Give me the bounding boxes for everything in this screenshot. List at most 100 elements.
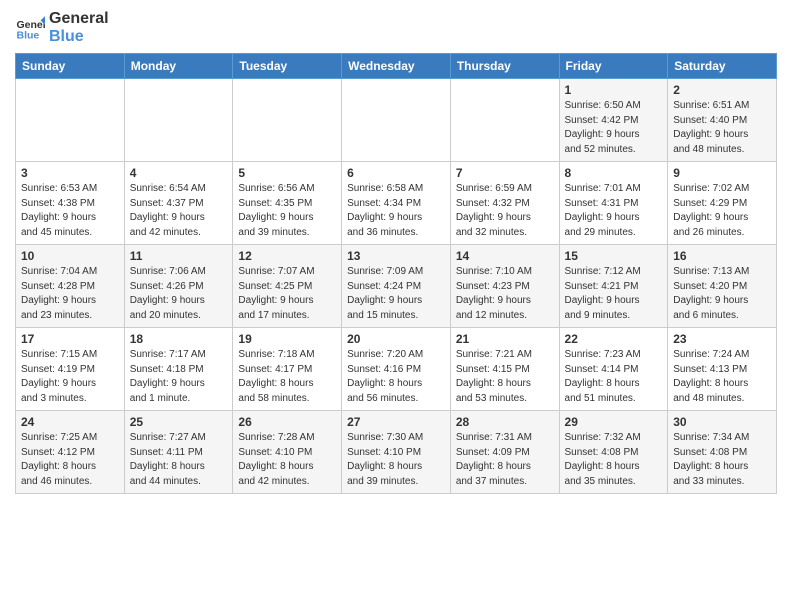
day-number: 19 [238, 332, 336, 346]
day-info: Sunrise: 7:02 AM Sunset: 4:29 PM Dayligh… [673, 182, 771, 240]
header: General Blue General Blue [15, 10, 777, 45]
day-info: Sunrise: 7:12 AM Sunset: 4:21 PM Dayligh… [565, 265, 663, 323]
calendar-cell: 19Sunrise: 7:18 AM Sunset: 4:17 PM Dayli… [233, 328, 342, 411]
day-info: Sunrise: 7:32 AM Sunset: 4:08 PM Dayligh… [565, 431, 663, 489]
day-info: Sunrise: 7:07 AM Sunset: 4:25 PM Dayligh… [238, 265, 336, 323]
calendar-cell: 11 Sunrise: 7:06 AM Sunset: 4:26 PM Dayli… [124, 245, 233, 328]
day-number: 5 [238, 166, 336, 180]
day-number: 17 [21, 332, 119, 346]
day-number: 28 [456, 415, 554, 429]
day-info: Sunrise: 7:34 AM Sunset: 4:08 PM Dayligh… [673, 431, 771, 489]
day-info: Sunrise: 7:24 AM Sunset: 4:13 PM Dayligh… [673, 348, 771, 406]
calendar-cell: 22 Sunrise: 7:23 AM Sunset: 4:14 PM Dayli… [559, 328, 668, 411]
calendar-cell: 7 Sunrise: 6:59 AM Sunset: 4:32 PM Daylig… [450, 162, 559, 245]
calendar-cell: 21 Sunrise: 7:21 AM Sunset: 4:15 PM Dayli… [450, 328, 559, 411]
weekday-header-monday: Monday [124, 54, 233, 79]
day-number: 22 [565, 332, 663, 346]
day-info: Sunrise: 6:56 AM Sunset: 4:35 PM Dayligh… [238, 182, 336, 240]
calendar-cell: 17 Sunrise: 7:15 AM Sunset: 4:19 PM Dayli… [16, 328, 125, 411]
day-number: 20 [347, 332, 445, 346]
day-info: Sunrise: 6:53 AM Sunset: 4:38 PM Dayligh… [21, 182, 119, 240]
day-info: Sunrise: 7:01 AM Sunset: 4:31 PM Dayligh… [565, 182, 663, 240]
day-number: 9 [673, 166, 771, 180]
week-row-4: 17 Sunrise: 7:15 AM Sunset: 4:19 PM Dayli… [16, 328, 777, 411]
calendar-cell: 27 Sunrise: 7:30 AM Sunset: 4:10 PM Dayli… [342, 411, 451, 494]
week-row-3: 10Sunrise: 7:04 AM Sunset: 4:28 PM Dayli… [16, 245, 777, 328]
calendar-cell: 28 Sunrise: 7:31 AM Sunset: 4:09 PM Dayli… [450, 411, 559, 494]
day-number: 13 [347, 249, 445, 263]
day-number: 6 [347, 166, 445, 180]
day-info: Sunrise: 7:25 AM Sunset: 4:12 PM Dayligh… [21, 431, 119, 489]
day-info: Sunrise: 7:06 AM Sunset: 4:26 PM Dayligh… [130, 265, 228, 323]
weekday-header-wednesday: Wednesday [342, 54, 451, 79]
calendar-cell [124, 79, 233, 162]
day-number: 25 [130, 415, 228, 429]
day-info: Sunrise: 7:28 AM Sunset: 4:10 PM Dayligh… [238, 431, 336, 489]
week-row-1: 1 Sunrise: 6:50 AM Sunset: 4:42 PM Daylig… [16, 79, 777, 162]
calendar-cell: 14 Sunrise: 7:10 AM Sunset: 4:23 PM Dayli… [450, 245, 559, 328]
day-number: 4 [130, 166, 228, 180]
weekday-header-saturday: Saturday [668, 54, 777, 79]
calendar-cell: 12 Sunrise: 7:07 AM Sunset: 4:25 PM Dayli… [233, 245, 342, 328]
day-number: 12 [238, 249, 336, 263]
day-number: 7 [456, 166, 554, 180]
calendar-cell [16, 79, 125, 162]
logo: General Blue General Blue [15, 10, 109, 45]
calendar-cell: 26 Sunrise: 7:28 AM Sunset: 4:10 PM Dayli… [233, 411, 342, 494]
day-number: 27 [347, 415, 445, 429]
calendar-cell: 24 Sunrise: 7:25 AM Sunset: 4:12 PM Dayli… [16, 411, 125, 494]
calendar-cell [450, 79, 559, 162]
calendar-cell: 13Sunrise: 7:09 AM Sunset: 4:24 PM Dayli… [342, 245, 451, 328]
calendar-cell [233, 79, 342, 162]
day-number: 2 [673, 83, 771, 97]
day-info: Sunrise: 6:51 AM Sunset: 4:40 PM Dayligh… [673, 99, 771, 157]
calendar-cell: 10Sunrise: 7:04 AM Sunset: 4:28 PM Dayli… [16, 245, 125, 328]
weekday-header-row: SundayMondayTuesdayWednesdayThursdayFrid… [16, 54, 777, 79]
calendar-cell: 5 Sunrise: 6:56 AM Sunset: 4:35 PM Daylig… [233, 162, 342, 245]
weekday-header-tuesday: Tuesday [233, 54, 342, 79]
week-row-2: 3Sunrise: 6:53 AM Sunset: 4:38 PM Daylig… [16, 162, 777, 245]
day-info: Sunrise: 7:23 AM Sunset: 4:14 PM Dayligh… [565, 348, 663, 406]
calendar-cell: 8Sunrise: 7:01 AM Sunset: 4:31 PM Daylig… [559, 162, 668, 245]
calendar-cell: 2 Sunrise: 6:51 AM Sunset: 4:40 PM Daylig… [668, 79, 777, 162]
day-number: 21 [456, 332, 554, 346]
day-number: 11 [130, 249, 228, 263]
calendar-cell: 20Sunrise: 7:20 AM Sunset: 4:16 PM Dayli… [342, 328, 451, 411]
calendar-cell: 25 Sunrise: 7:27 AM Sunset: 4:11 PM Dayli… [124, 411, 233, 494]
day-info: Sunrise: 7:31 AM Sunset: 4:09 PM Dayligh… [456, 431, 554, 489]
day-info: Sunrise: 7:13 AM Sunset: 4:20 PM Dayligh… [673, 265, 771, 323]
day-info: Sunrise: 6:59 AM Sunset: 4:32 PM Dayligh… [456, 182, 554, 240]
day-number: 29 [565, 415, 663, 429]
calendar-cell: 18 Sunrise: 7:17 AM Sunset: 4:18 PM Dayli… [124, 328, 233, 411]
logo-icon: General Blue [15, 13, 45, 43]
day-info: Sunrise: 7:30 AM Sunset: 4:10 PM Dayligh… [347, 431, 445, 489]
calendar-table: SundayMondayTuesdayWednesdayThursdayFrid… [15, 53, 777, 494]
calendar-cell: 6 Sunrise: 6:58 AM Sunset: 4:34 PM Daylig… [342, 162, 451, 245]
calendar-cell: 23 Sunrise: 7:24 AM Sunset: 4:13 PM Dayli… [668, 328, 777, 411]
day-info: Sunrise: 7:21 AM Sunset: 4:15 PM Dayligh… [456, 348, 554, 406]
day-number: 18 [130, 332, 228, 346]
svg-text:Blue: Blue [17, 29, 40, 41]
day-number: 30 [673, 415, 771, 429]
day-info: Sunrise: 7:27 AM Sunset: 4:11 PM Dayligh… [130, 431, 228, 489]
day-info: Sunrise: 6:58 AM Sunset: 4:34 PM Dayligh… [347, 182, 445, 240]
week-row-5: 24 Sunrise: 7:25 AM Sunset: 4:12 PM Dayli… [16, 411, 777, 494]
calendar-cell: 4 Sunrise: 6:54 AM Sunset: 4:37 PM Daylig… [124, 162, 233, 245]
day-info: Sunrise: 6:54 AM Sunset: 4:37 PM Dayligh… [130, 182, 228, 240]
day-number: 15 [565, 249, 663, 263]
day-number: 14 [456, 249, 554, 263]
day-number: 24 [21, 415, 119, 429]
calendar-cell [342, 79, 451, 162]
day-info: Sunrise: 7:10 AM Sunset: 4:23 PM Dayligh… [456, 265, 554, 323]
day-info: Sunrise: 6:50 AM Sunset: 4:42 PM Dayligh… [565, 99, 663, 157]
day-number: 1 [565, 83, 663, 97]
calendar-cell: 15 Sunrise: 7:12 AM Sunset: 4:21 PM Dayli… [559, 245, 668, 328]
day-number: 26 [238, 415, 336, 429]
calendar-cell: 30 Sunrise: 7:34 AM Sunset: 4:08 PM Dayli… [668, 411, 777, 494]
day-info: Sunrise: 7:17 AM Sunset: 4:18 PM Dayligh… [130, 348, 228, 406]
logo-line2: Blue [49, 28, 109, 46]
calendar-cell: 1 Sunrise: 6:50 AM Sunset: 4:42 PM Daylig… [559, 79, 668, 162]
weekday-header-sunday: Sunday [16, 54, 125, 79]
day-info: Sunrise: 7:15 AM Sunset: 4:19 PM Dayligh… [21, 348, 119, 406]
day-number: 23 [673, 332, 771, 346]
